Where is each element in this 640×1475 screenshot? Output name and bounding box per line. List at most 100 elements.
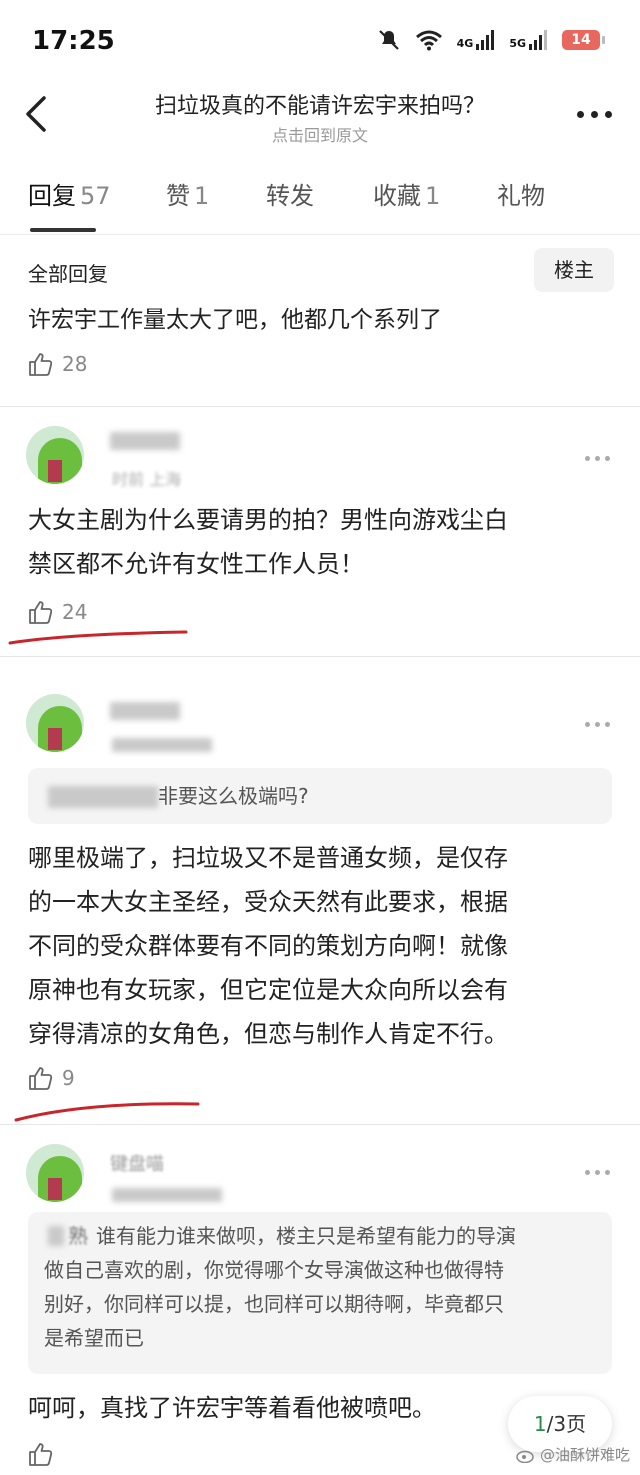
avatar-mark (48, 728, 62, 750)
thumbs-up-icon (29, 353, 53, 376)
quoted-reply[interactable]: 熟 谁有能力谁来做呗，楼主只是希望有能力的导演 做自己喜欢的剧，你觉得哪个女导演… (28, 1212, 612, 1374)
comment-line: 哪里极端了，扫垃圾又不是普通女频，是仅存 (28, 844, 508, 872)
active-tab-indicator (30, 228, 96, 232)
status-bar: 17:25 4G 5G 14 (0, 0, 640, 80)
like-count: 24 (62, 600, 88, 624)
thumbs-up-icon (29, 601, 53, 624)
more-dot (585, 456, 590, 461)
tab-replies[interactable]: 回复 57 (28, 176, 111, 211)
divider (0, 1124, 640, 1125)
divider (0, 234, 640, 235)
avatar-mark (48, 460, 62, 482)
username[interactable]: 键盘喵 (110, 1150, 164, 1176)
op-only-filter-button[interactable]: 楼主 (534, 248, 614, 292)
back-to-original-link[interactable]: 点击回到原文 (80, 122, 560, 146)
more-dot (605, 456, 610, 461)
weibo-logo-icon (516, 1450, 534, 1463)
comment-text: 哪里极端了，扫垃圾又不是普通女频，是仅存 的一本大女主圣经，受众天然有此要求，根… (28, 836, 610, 1056)
like-count: 9 (62, 1066, 75, 1090)
quote-author-redacted (48, 1226, 64, 1246)
more-dot (590, 110, 598, 118)
comment-meta-redacted (112, 738, 212, 752)
comment-more-button[interactable] (585, 456, 610, 461)
thumbs-up-icon (29, 1443, 53, 1466)
comment-meta-redacted (112, 1188, 222, 1202)
total-pages: /3页 (546, 1412, 587, 1436)
divider (0, 656, 640, 657)
divider (0, 406, 640, 407)
back-button[interactable] (18, 92, 58, 136)
tab-count: 57 (80, 182, 111, 210)
tab-label: 赞 (166, 182, 190, 210)
status-icons: 4G 5G 14 (377, 28, 605, 52)
more-dot (585, 722, 590, 727)
status-time: 17:25 (32, 26, 115, 56)
more-dot (595, 456, 600, 461)
signal-icon: 5G (509, 30, 548, 50)
thumbs-up-icon (29, 1067, 53, 1090)
more-dot (576, 110, 584, 118)
battery-icon: 14 (562, 30, 605, 50)
tab-label: 礼物 (497, 182, 545, 210)
username-redacted (110, 432, 180, 450)
more-dot (604, 110, 612, 118)
network-type-label: 4G (456, 37, 474, 50)
comment-line: 禁区都不允许有女性工作人员！ (28, 550, 364, 578)
tab-label: 收藏 (373, 182, 421, 210)
tab-count: 1 (425, 182, 441, 210)
quote-line: 是希望而已 (44, 1326, 144, 1350)
post-header: 扫垃圾真的不能请许宏宇来拍吗？ 点击回到原文 (0, 80, 640, 160)
comment-more-button[interactable] (585, 722, 610, 727)
username-redacted (110, 702, 180, 720)
comment-line: 穿得清凉的女角色，但恋与制作人肯定不行。 (28, 1020, 508, 1048)
tab-favorites[interactable]: 收藏 1 (373, 176, 440, 211)
quote-text: 非要这么极端吗? (158, 784, 309, 808)
red-underline-annotation (8, 630, 188, 645)
like-button[interactable]: 28 (26, 350, 87, 378)
comment-line: 不同的受众群体要有不同的策划方向啊！就像 (28, 932, 508, 960)
like-button[interactable]: 24 (26, 598, 87, 626)
avatar[interactable] (26, 694, 84, 752)
more-dot (595, 722, 600, 727)
avatar[interactable] (26, 1144, 84, 1202)
quoted-reply[interactable]: 非要这么极端吗? (28, 768, 612, 824)
more-options-button[interactable] (572, 104, 616, 124)
more-dot (595, 1170, 600, 1175)
chevron-left-icon (26, 96, 46, 132)
quote-author: 熟 (68, 1224, 88, 1248)
watermark: @油酥饼难吃 (516, 1444, 630, 1465)
tab-likes[interactable]: 赞1 (166, 176, 209, 211)
quote-line: 谁有能力谁来做呗，楼主只是希望有能力的导演 (96, 1224, 516, 1248)
tab-bar: 回复 57 赞1 转发 收藏 1 礼物 (0, 166, 640, 236)
quote-author-redacted (48, 786, 158, 808)
wifi-icon (415, 30, 442, 51)
more-dot (605, 722, 610, 727)
like-count: 28 (62, 352, 88, 376)
network-type-label: 5G (509, 37, 526, 50)
avatar[interactable] (26, 426, 84, 484)
mute-icon (378, 30, 399, 50)
tab-count: 1 (194, 182, 210, 210)
signal-icon: 4G (457, 30, 496, 50)
tab-gifts[interactable]: 礼物 (497, 176, 545, 211)
comment-line: 大女主剧为什么要请男的拍？男性向游戏尘白 (28, 506, 508, 534)
more-dot (585, 1170, 590, 1175)
section-title: 全部回复 (28, 262, 108, 286)
watermark-text: @油酥饼难吃 (539, 1446, 630, 1464)
quote-line: 别好，你同样可以提，也同样可以期待啊，毕竟都只 (44, 1292, 504, 1316)
post-title[interactable]: 扫垃圾真的不能请许宏宇来拍吗？ (80, 88, 560, 120)
tab-reposts[interactable]: 转发 (266, 176, 314, 211)
comment-more-button[interactable] (585, 1170, 610, 1175)
quote-line: 做自己喜欢的剧，你觉得哪个女导演做这种也做得特 (44, 1258, 504, 1282)
avatar-mark (48, 1178, 62, 1200)
replies-section-header: 全部回复 楼主 (0, 248, 640, 294)
like-button[interactable] (26, 1440, 54, 1468)
tab-label: 转发 (266, 182, 314, 210)
like-button[interactable]: 9 (26, 1064, 75, 1092)
tab-label: 回复 (28, 182, 76, 210)
comment-line: 原神也有女玩家，但它定位是大众向所以会有 (28, 976, 508, 1004)
comment-text: 许宏宇工作量太大了吧，他都几个系列了 (28, 307, 442, 330)
comment-line: 的一本大女主圣经，受众天然有此要求，根据 (28, 888, 508, 916)
comment-text: 大女主剧为什么要请男的拍？男性向游戏尘白 禁区都不允许有女性工作人员！ (28, 498, 610, 586)
red-underline-annotation (14, 1102, 200, 1122)
